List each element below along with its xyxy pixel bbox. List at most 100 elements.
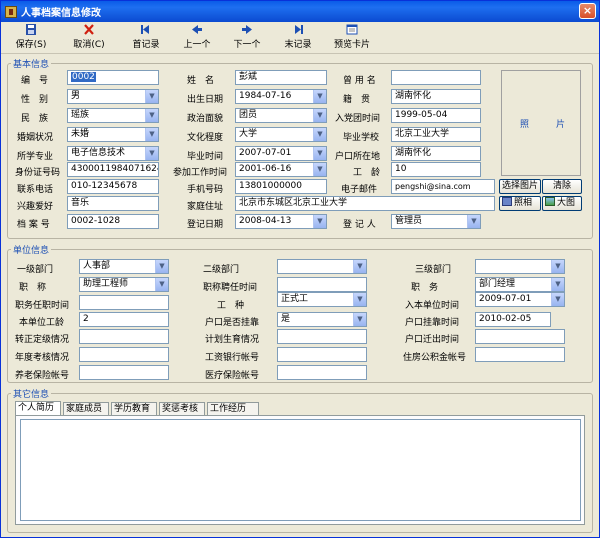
work-label: 参加工作时间 (173, 168, 228, 178)
first-record-button[interactable]: 首记录 (125, 24, 167, 52)
tab-family[interactable]: 家庭成员 (63, 402, 109, 416)
party-label: 入党团时间 (335, 114, 381, 124)
title-value: 助理工程师 (83, 279, 129, 289)
registrar-value: 管理员 (395, 216, 423, 226)
dept1-select[interactable]: 人事部 ▼ (79, 259, 169, 274)
save-button[interactable]: 保存(S) (9, 24, 53, 52)
big-image-button[interactable]: 大图 (542, 196, 582, 211)
registrar-select[interactable]: 管理员 ▼ (391, 214, 481, 229)
archive-field[interactable]: 0002-1028 (67, 214, 159, 229)
politics-value: 团员 (239, 110, 258, 120)
photo-frame[interactable]: 照 片 (501, 70, 581, 176)
preview-icon (346, 24, 358, 35)
fund-field[interactable] (475, 347, 565, 362)
marital-select[interactable]: 未婚 ▼ (67, 127, 159, 142)
school-field[interactable]: 北京工业大学 (391, 127, 481, 142)
phone-field[interactable]: 010-12345678 (67, 179, 159, 194)
title-select[interactable]: 助理工程师 ▼ (79, 277, 169, 292)
regdate-label: 登记日期 (187, 220, 224, 230)
resume-textarea[interactable] (20, 419, 581, 521)
id-field[interactable]: 0002 (67, 70, 159, 85)
grad-date-picker[interactable]: 2007-07-01 ▼ (235, 146, 327, 161)
chevron-down-icon: ▼ (313, 128, 326, 141)
email-field[interactable]: pengshi@sina.com (391, 179, 495, 194)
titletime-field[interactable] (277, 277, 367, 292)
app-icon (5, 5, 17, 18)
address-field[interactable]: 北京市东城区北京工业大学 (235, 196, 495, 211)
duty-select[interactable]: 部门经理 ▼ (475, 277, 565, 292)
native-field[interactable]: 湖南怀化 (391, 89, 481, 104)
tab-education[interactable]: 学历教育 (111, 402, 157, 416)
cancel-button[interactable]: 取消(C) (67, 24, 111, 52)
unitage-field[interactable]: 2 (79, 312, 169, 327)
name-field[interactable]: 彭斌 (235, 70, 327, 85)
hobby-label: 兴趣爱好 (17, 202, 54, 212)
birthplan-field[interactable] (277, 329, 367, 344)
clear-image-button[interactable]: 清除 (542, 179, 582, 194)
medical-label: 医疗保险帐号 (205, 371, 260, 381)
close-button[interactable]: × (579, 3, 596, 19)
party-field[interactable]: 1999-05-04 (391, 108, 481, 123)
birth-date-picker[interactable]: 1984-07-16 ▼ (235, 89, 327, 104)
other-info-legend: 其它信息 (11, 387, 52, 400)
choose-image-button[interactable]: 选择图片 (499, 179, 541, 194)
dutytime-field[interactable] (79, 295, 169, 310)
main-window: 人事档案信息修改 × 保存(S) 取消(C) 首记录 上一个 下一个 末记录 预… (0, 0, 600, 538)
next-label: 下一个 (233, 40, 261, 50)
annual-field[interactable] (79, 347, 169, 362)
ethnic-select[interactable]: 瑶族 ▼ (67, 108, 159, 123)
duty-label: 职 务 (411, 283, 439, 293)
dept3-select[interactable]: ▼ (475, 259, 565, 274)
hukouout-field[interactable] (475, 329, 565, 344)
prev-label: 上一个 (183, 40, 211, 50)
alias-field[interactable] (391, 70, 481, 85)
hukou-field[interactable]: 湖南怀化 (391, 146, 481, 161)
hukouhold-select[interactable]: 是 ▼ (277, 312, 367, 327)
hukoutime-label: 户口挂靠时间 (405, 318, 460, 328)
hobby-field[interactable]: 音乐 (67, 196, 159, 211)
preview-card-button[interactable]: 预览卡片 (329, 24, 375, 52)
worktype-select[interactable]: 正式工 ▼ (277, 292, 367, 307)
birthplan-label: 计划生育情况 (205, 335, 260, 345)
jointime-picker[interactable]: 2009-07-01 ▼ (475, 292, 565, 307)
hukoutime-field[interactable]: 2010-02-05 (475, 312, 551, 327)
regdate-picker[interactable]: 2008-04-13 ▼ (235, 214, 327, 229)
unitage-label: 本单位工龄 (19, 318, 65, 328)
tab-work-history[interactable]: 工作经历 (207, 402, 259, 416)
tab-resume[interactable]: 个人简历 (15, 401, 61, 416)
pension-field[interactable] (79, 365, 169, 380)
prev-button[interactable]: 上一个 (177, 24, 217, 52)
bank-field[interactable] (277, 347, 367, 362)
work-date-picker[interactable]: 2001-06-16 ▼ (235, 162, 327, 177)
dept2-select[interactable]: ▼ (277, 259, 367, 274)
chevron-down-icon: ▼ (551, 260, 564, 273)
next-button[interactable]: 下一个 (227, 24, 267, 52)
major-select[interactable]: 电子信息技术 ▼ (67, 146, 159, 161)
edu-select[interactable]: 大学 ▼ (235, 127, 327, 142)
chevron-down-icon: ▼ (313, 109, 326, 122)
birth-label: 出生日期 (187, 95, 224, 105)
native-label: 籍 贯 (343, 95, 371, 105)
next-arrow-icon (242, 25, 252, 34)
title-label: 职 称 (19, 283, 47, 293)
major-label: 所学专业 (17, 152, 54, 162)
preview-card-label: 预览卡片 (333, 40, 370, 50)
regular-field[interactable] (79, 329, 169, 344)
regular-label: 转正定级情况 (15, 335, 70, 345)
regdate-value: 2008-04-13 (239, 216, 292, 226)
fund-label: 住房公积金帐号 (403, 353, 467, 363)
x-icon (84, 24, 94, 35)
tab-rewards[interactable]: 奖惩考核 (159, 402, 205, 416)
ethnic-label: 民 族 (21, 114, 49, 124)
politics-select[interactable]: 团员 ▼ (235, 108, 327, 123)
last-arrow-icon (295, 25, 303, 34)
mobile-field[interactable]: 13801000000 (235, 179, 327, 194)
medical-field[interactable] (277, 365, 367, 380)
gender-select[interactable]: 男 ▼ (67, 89, 159, 104)
gender-value: 男 (71, 91, 81, 101)
camera-button[interactable]: 照相 (499, 196, 541, 211)
chevron-down-icon: ▼ (313, 90, 326, 103)
last-record-button[interactable]: 末记录 (277, 24, 319, 52)
age-field[interactable]: 10 (391, 162, 481, 177)
idcard-field[interactable]: 430001198407162431 (67, 162, 159, 177)
